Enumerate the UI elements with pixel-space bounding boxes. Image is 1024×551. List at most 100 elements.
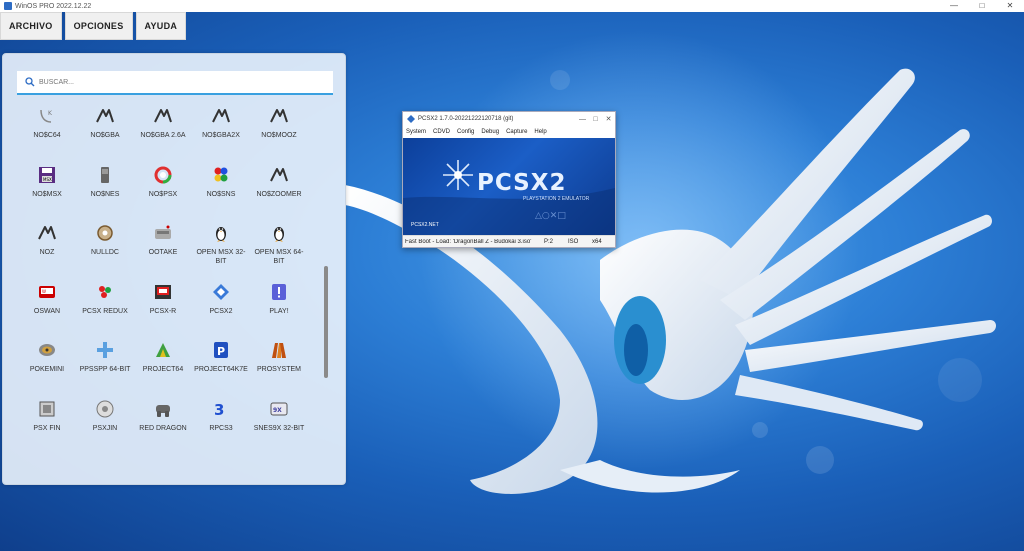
app-tile-label: OSWAN [33,307,61,315]
pcsx2-banner: △○✕□ PCSX2 PLAYSTATION 2 EMULATOR PCSX2.… [403,138,615,235]
pcsx2-app-icon [407,115,415,123]
close-button[interactable]: ✕ [996,0,1024,12]
ppsspp-icon [95,340,115,360]
app-tile[interactable]: PROJECT64 [133,340,193,395]
app-tile-label: NULLDC [90,249,119,256]
pcsx2-window[interactable]: PCSX2 1.7.0-20221222120718 (git) — □ ✕ S… [402,111,616,248]
app-tile-label: POKEMINI [29,366,65,373]
nogba-icon [211,106,231,126]
msx-floppy-icon: MSX [37,165,57,185]
pcsx2-menu-system[interactable]: System [406,129,426,135]
menu-ayuda[interactable]: AYUDA [135,12,187,40]
search-icon [25,77,35,87]
svg-text:P: P [217,345,225,358]
menu-opciones[interactable]: OPCIONES [64,12,133,40]
app-tile[interactable]: PCSX-R [133,282,193,337]
app-tile[interactable]: NOZ [17,223,77,278]
status-arch: x64 [592,238,602,245]
app-icon [4,2,12,10]
minimize-button[interactable]: — [940,0,968,12]
app-tile[interactable]: OPEN MSX 32-BIT [191,223,251,278]
app-tile[interactable]: NO$SNS [191,165,251,220]
pcsx2-menu-cdvd[interactable]: CDVD [433,129,450,135]
app-tile-label: NO$NES [90,190,120,198]
maximize-button[interactable]: □ [968,0,996,12]
pcsx2-menu-debug[interactable]: Debug [481,129,499,135]
app-tile-label: OPEN MSX 32-BIT [196,249,246,265]
panel-scrollbar[interactable] [324,266,328,378]
prosystem-icon [269,340,289,360]
app-tile[interactable]: NO$GBA 2.6A [133,106,193,161]
pcsx2-close-button[interactable]: ✕ [602,115,615,123]
app-tile[interactable]: 3 RPCS3 [191,399,251,454]
svg-text:W: W [42,289,46,294]
project64-icon [153,340,173,360]
app-tile[interactable]: PCSX REDUX [75,282,135,337]
svg-text:△○✕□: △○✕□ [535,211,566,221]
pcsx2-minimize-button[interactable]: — [576,116,589,123]
svg-text:K: K [48,110,53,117]
app-tile[interactable]: P PROJECT64K7E [191,340,251,395]
rpcs3-icon: 3 [211,399,231,419]
app-tile-label: PLAY! [269,307,289,315]
pcsxr-icon [153,282,173,302]
pcsx2-menu-config[interactable]: Config [457,129,474,135]
app-tile-label: NO$GBA2X [202,132,240,139]
app-tile-label: PCSX2 [209,307,233,315]
psx-ring-icon [153,165,173,185]
app-tile[interactable]: PCSX2 [191,282,251,337]
app-tile[interactable]: PPSSPP 64-BIT [75,340,135,395]
app-tile-label: NO$PSX [148,190,178,198]
app-tile[interactable]: OOTAKE [133,223,193,278]
app-tile[interactable]: NO$MOOZ [249,106,309,161]
app-tile-label: RPCS3 [209,424,233,432]
app-tile[interactable]: OPEN MSX 64-BIT [249,223,309,278]
pcsx2-maximize-button[interactable]: □ [589,116,602,123]
app-tile[interactable]: NO$GBA [75,106,135,161]
app-tile[interactable]: K NO$C64 [17,106,77,161]
svg-text:9X: 9X [273,407,282,414]
svg-text:3: 3 [214,401,224,419]
app-tile-label: PPSSPP 64-BIT [79,366,131,373]
red-dragon-icon [153,399,173,419]
app-tile[interactable]: NO$GBA2X [191,106,251,161]
app-tile[interactable]: W OSWAN [17,282,77,337]
app-tile[interactable]: NULLDC [75,223,135,278]
search-input[interactable] [39,78,319,86]
app-tile-label: PROSYSTEM [257,366,301,373]
window-titlebar: WinOS PRO 2022.12.22 — □ ✕ [0,0,1024,12]
nogba-icon [269,165,289,185]
penguin-icon [211,223,231,243]
app-tile[interactable]: PROSYSTEM [249,340,309,395]
app-tile-label: NO$C64 [33,132,61,139]
app-tile[interactable]: POKEMINI [17,340,77,395]
app-tile-label: NO$SNS [206,190,236,198]
app-tile[interactable]: PSX FIN [17,399,77,454]
app-tile-label: PCSX REDUX [82,307,128,315]
pcsx2-menu-capture[interactable]: Capture [506,129,527,135]
app-tile[interactable]: MSX NO$MSX [17,165,77,220]
app-tile-label: NO$MOOZ [261,132,297,139]
svg-text:MSX: MSX [43,177,52,182]
app-tile-label: PROJECT64K7E [194,366,248,373]
app-tile[interactable]: RED DRAGON [133,399,193,454]
window-title: WinOS PRO 2022.12.22 [15,2,92,10]
app-tile[interactable]: 9X SNES9X 32-BIT [249,399,309,454]
pce-console-icon [153,223,173,243]
menu-archivo[interactable]: ARCHIVO [0,12,62,40]
app-tile[interactable]: PLAY! [249,282,309,337]
pcsx2-icon [211,282,231,302]
pcsx2-title: PCSX2 1.7.0-20221222120718 (git) [418,116,514,122]
snes-buttons-icon [211,165,231,185]
snes9x-icon: 9X [269,399,289,419]
wonderswan-icon: W [37,282,57,302]
nes-cartridge-icon [95,165,115,185]
status-message: Fast Boot - Load: 'DragonBall Z - Budoka… [405,238,532,245]
app-tile[interactable]: PSXJIN [75,399,135,454]
app-tile[interactable]: NO$PSX [133,165,193,220]
pcsx2-site: PCSX2.NET [411,222,439,228]
app-tile[interactable]: NO$ZOOMER [249,165,309,220]
pcsx2-menu-help[interactable]: Help [534,129,546,135]
app-tile[interactable]: NO$NES [75,165,135,220]
penguin-icon [269,223,289,243]
